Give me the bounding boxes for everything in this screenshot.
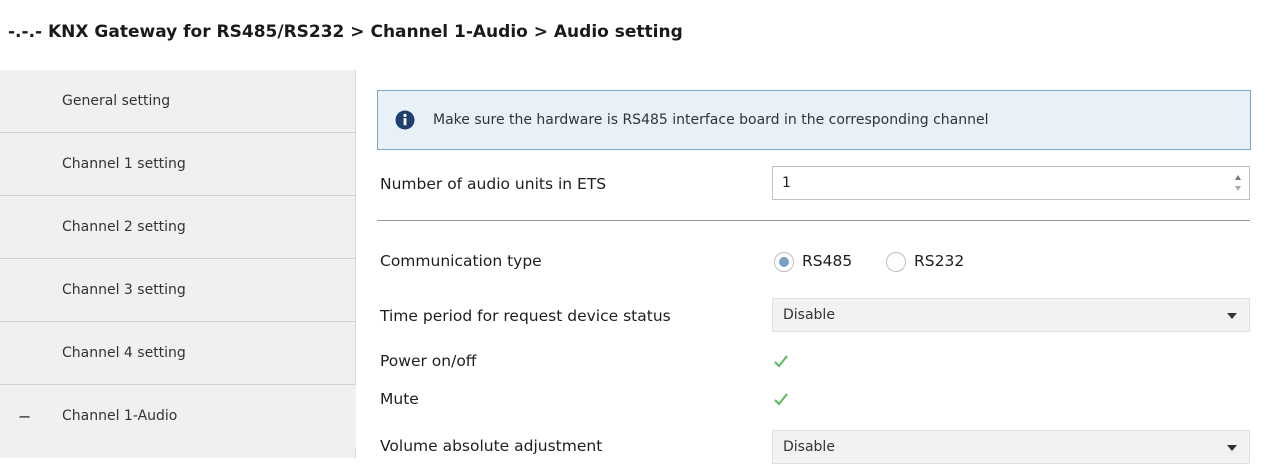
rs485-radio-label: RS485	[802, 252, 853, 270]
mute-checkbox[interactable]	[772, 390, 790, 408]
sidebar-item-label: Channel 1 setting	[62, 156, 186, 172]
info-banner: Make sure the hardware is RS485 interfac…	[377, 90, 1251, 150]
settings-panel: Make sure the hardware is RS485 interfac…	[357, 70, 1274, 464]
info-icon	[395, 110, 415, 130]
sidebar-item-label: Channel 4 setting	[62, 345, 186, 361]
breadcrumb: -.-.- KNX Gateway for RS485/RS232 > Chan…	[8, 22, 683, 42]
sidebar-item-channel-1-setting[interactable]: Channel 1 setting	[0, 133, 356, 196]
audio-units-label: Number of audio units in ETS	[380, 175, 607, 193]
sidebar-item-channel-3-setting[interactable]: Channel 3 setting	[0, 259, 356, 322]
chevron-down-icon	[1227, 313, 1237, 319]
sidebar-item-label: Channel 2 setting	[62, 219, 186, 235]
volume-value: Disable	[783, 439, 835, 455]
sidebar-item-general-setting[interactable]: General setting	[0, 70, 356, 133]
request-period-label: Time period for request device status	[380, 307, 671, 325]
power-checkbox[interactable]	[772, 352, 790, 370]
mute-label: Mute	[380, 390, 419, 408]
volume-label: Volume absolute adjustment	[380, 437, 603, 455]
collapse-icon[interactable]: −	[18, 407, 31, 426]
power-label: Power on/off	[380, 352, 477, 370]
sidebar-item-channel-4-setting[interactable]: Channel 4 setting	[0, 322, 356, 385]
sidebar-item-label: General setting	[62, 93, 171, 109]
radio-selected-icon	[774, 252, 794, 272]
communication-type-label: Communication type	[380, 252, 542, 270]
audio-units-value: 1	[782, 175, 791, 191]
info-text: Make sure the hardware is RS485 interfac…	[433, 112, 989, 128]
rs232-radio-label: RS232	[914, 252, 965, 270]
chevron-down-icon	[1227, 445, 1237, 451]
request-period-value: Disable	[783, 307, 835, 323]
radio-unselected-icon	[886, 252, 906, 272]
stepper-arrows-icon[interactable]	[1233, 171, 1243, 195]
audio-units-stepper[interactable]: 1	[772, 166, 1250, 200]
sidebar-item-label: Channel 1-Audio	[62, 408, 178, 424]
sidebar-item-label: Channel 3 setting	[62, 282, 186, 298]
volume-dropdown[interactable]: Disable	[772, 430, 1250, 464]
divider	[377, 220, 1250, 221]
request-period-dropdown[interactable]: Disable	[772, 298, 1250, 332]
sidebar-item-channel-1-audio[interactable]: − Channel 1-Audio	[0, 385, 356, 448]
sidebar-item-channel-2-setting[interactable]: Channel 2 setting	[0, 196, 356, 259]
title-bar: -.-.- KNX Gateway for RS485/RS232 > Chan…	[0, 0, 1274, 70]
sidebar: General setting Channel 1 setting Channe…	[0, 70, 356, 458]
